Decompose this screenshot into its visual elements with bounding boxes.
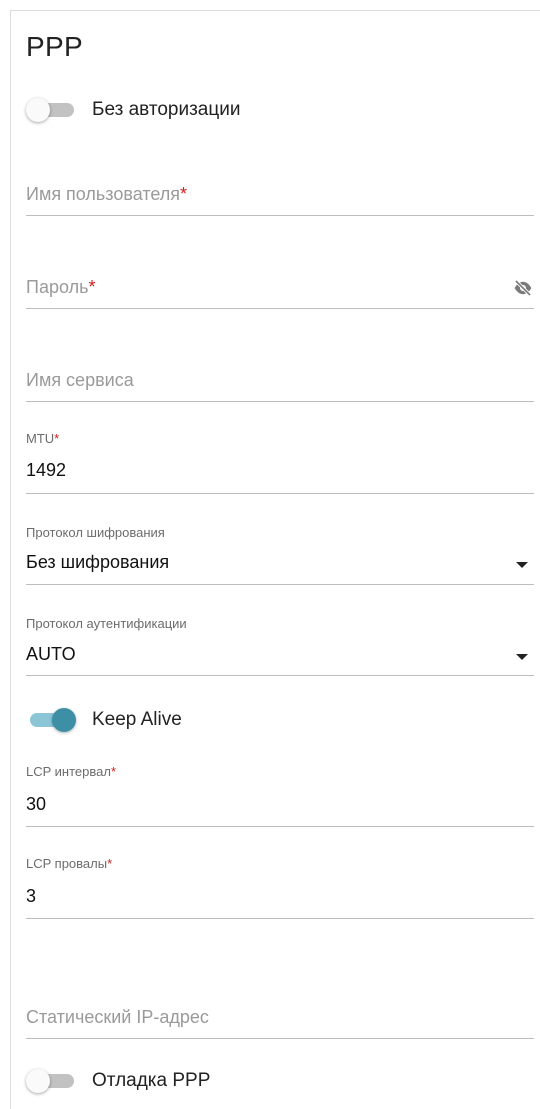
keep-alive-label: Keep Alive: [92, 709, 182, 730]
chevron-down-icon[interactable]: [516, 562, 528, 568]
mtu-label: MTU*: [26, 431, 60, 446]
chevron-down-icon[interactable]: [516, 654, 528, 660]
required-mark: *: [180, 184, 188, 204]
authentication-value: AUTO: [26, 644, 76, 664]
username-field[interactable]: Имя пользователя*: [26, 168, 534, 216]
required-mark: *: [107, 856, 113, 871]
no-auth-toggle[interactable]: [26, 95, 76, 125]
required-mark: *: [88, 277, 96, 297]
lcp-interval-field[interactable]: LCP интервал* 30: [26, 757, 534, 827]
service-name-placeholder: Имя сервиса: [26, 370, 134, 390]
ppp-debug-toggle[interactable]: [26, 1066, 76, 1096]
no-auth-toggle-row[interactable]: Без авторизации: [26, 95, 240, 125]
mtu-value[interactable]: 1492: [26, 460, 66, 481]
mtu-field[interactable]: MTU* 1492: [26, 424, 534, 494]
required-mark: *: [110, 764, 117, 779]
static-ip-placeholder: Статический IP-адрес: [26, 1007, 209, 1027]
toggle-knob: [26, 98, 50, 122]
ppp-debug-toggle-row[interactable]: Отладка PPP: [26, 1066, 210, 1096]
eye-off-icon[interactable]: [512, 278, 534, 298]
authentication-label: Протокол аутентификации: [26, 616, 187, 631]
required-mark: *: [54, 431, 60, 446]
lcp-failures-field[interactable]: LCP провалы* 3: [26, 849, 534, 919]
no-auth-label: Без авторизации: [92, 99, 241, 120]
toggle-knob: [26, 1069, 50, 1093]
password-field[interactable]: Пароль*: [26, 261, 534, 309]
encryption-value: Без шифрования: [26, 552, 170, 572]
password-placeholder: Пароль*: [26, 277, 96, 297]
lcp-interval-value[interactable]: 30: [26, 794, 46, 815]
encryption-select[interactable]: Протокол шифрования Без шифрования: [26, 519, 534, 585]
ppp-debug-label: Отладка PPP: [92, 1070, 211, 1091]
keep-alive-toggle-row[interactable]: Keep Alive: [26, 705, 182, 735]
lcp-interval-label: LCP интервал*: [26, 764, 117, 779]
authentication-select[interactable]: Протокол аутентификации AUTO: [26, 610, 534, 676]
username-placeholder: Имя пользователя*: [26, 184, 188, 204]
static-ip-field[interactable]: Статический IP-адрес: [26, 991, 534, 1039]
service-name-field[interactable]: Имя сервиса: [26, 354, 534, 402]
lcp-failures-label: LCP провалы*: [26, 856, 113, 871]
section-title: PPP: [26, 31, 83, 62]
keep-alive-toggle[interactable]: [26, 705, 76, 735]
lcp-failures-value[interactable]: 3: [26, 886, 36, 907]
encryption-label: Протокол шифрования: [26, 525, 165, 540]
toggle-knob: [52, 708, 76, 732]
